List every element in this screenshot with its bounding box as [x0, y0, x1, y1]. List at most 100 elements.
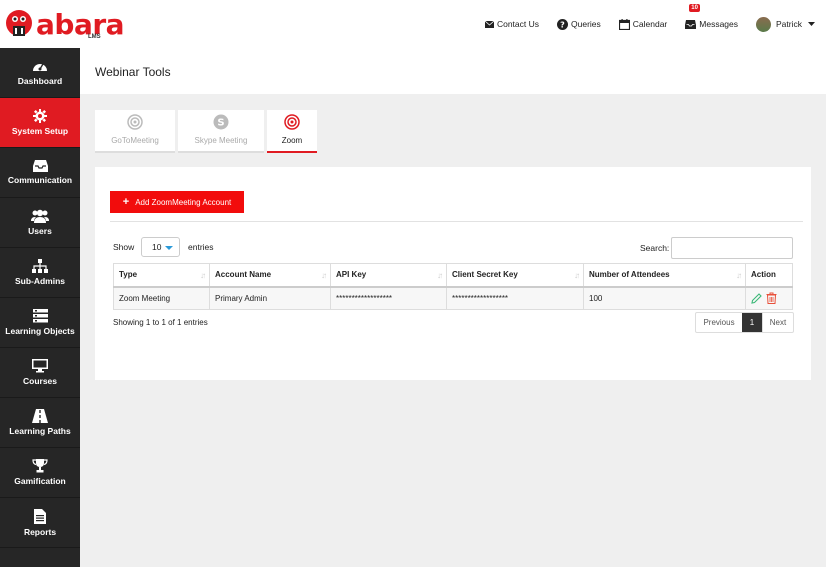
svg-text:?: ? [560, 20, 565, 29]
divider [110, 221, 803, 222]
brand-sub: LMS [88, 34, 101, 40]
calendar-icon [618, 18, 630, 30]
sidebar-item-system-setup[interactable]: System Setup [0, 98, 80, 148]
next-page-button[interactable]: Next [762, 313, 793, 332]
question-circle-icon: ? [557, 18, 568, 30]
messages-badge: 10 [689, 4, 700, 12]
trophy-icon [32, 459, 48, 473]
plus-icon: + [122, 196, 130, 208]
cell-attendees: 100 [583, 286, 746, 310]
sidebar-item-label: Gamification [14, 476, 66, 486]
brand-logo[interactable]: abara LMS [4, 5, 125, 45]
page-length-select[interactable]: 10 [141, 237, 180, 257]
zoom-target-icon [284, 114, 300, 130]
add-button-label: Add ZoomMeeting Account [135, 197, 232, 207]
table-row: Zoom Meeting Primary Admin *************… [113, 286, 793, 310]
column-header-action: Action [745, 263, 793, 288]
zoom-panel: + Add ZoomMeeting Account Show 10 entrie… [95, 167, 811, 380]
dashboard-icon [33, 63, 47, 71]
table-info: Showing 1 to 1 of 1 entries [113, 318, 208, 327]
sort-icon: ↓↑ [437, 271, 443, 280]
queries-link[interactable]: ? Queries [557, 18, 601, 30]
sidebar-item-label: Users [28, 226, 52, 236]
column-header-type[interactable]: Type ↓↑ [113, 263, 210, 288]
previous-page-button[interactable]: Previous [696, 313, 742, 332]
skype-icon: S [213, 114, 229, 130]
messages-link[interactable]: 10 Messages [685, 4, 739, 29]
sidebar: Dashboard System Setup Communication Use… [0, 48, 80, 567]
sidebar-item-users[interactable]: Users [0, 198, 80, 248]
inbox-icon [685, 19, 697, 29]
sidebar-item-label: Sub-Admins [14, 276, 66, 286]
target-icon [127, 114, 143, 130]
road-icon [32, 409, 48, 423]
sidebar-item-label: Courses [22, 376, 57, 386]
sort-icon: ↓↑ [200, 271, 206, 280]
cell-account-name: Primary Admin [209, 286, 331, 310]
tab-skype-meeting[interactable]: S Skype Meeting [178, 110, 264, 153]
page-length-value: 10 [152, 242, 162, 252]
cell-api-key: ****************** [330, 286, 447, 310]
sitemap-icon [32, 259, 48, 273]
webinar-tabs: GoToMeeting S Skype Meeting Zoom [95, 110, 320, 155]
column-header-attendees[interactable]: Number of Attendees ↓↑ [583, 263, 746, 288]
top-nav: Contact Us ? Queries Calendar 10 Message… [484, 0, 826, 48]
sort-icon: ↓↑ [321, 271, 327, 280]
trash-icon[interactable] [766, 292, 777, 305]
user-menu[interactable]: Patrick [756, 16, 818, 32]
cell-client-secret: ****************** [446, 286, 584, 310]
contact-us-link[interactable]: Contact Us [484, 19, 539, 29]
pagination: Previous 1 Next [695, 312, 794, 333]
search-input[interactable] [671, 237, 793, 259]
sort-icon: ↓↑ [736, 271, 742, 280]
caret-down-icon [165, 246, 173, 250]
add-zoom-account-button[interactable]: + Add ZoomMeeting Account [110, 191, 244, 213]
sidebar-item-dashboard[interactable]: Dashboard [0, 48, 80, 98]
sidebar-item-communication[interactable]: Communication [0, 148, 80, 198]
sidebar-item-label: Learning Paths [9, 426, 71, 436]
mascot-icon [6, 10, 32, 36]
sidebar-item-learning-objects[interactable]: Learning Objects [0, 298, 80, 348]
sidebar-item-gamification[interactable]: Gamification [0, 448, 80, 498]
report-icon [34, 508, 46, 524]
pencil-icon[interactable] [751, 292, 762, 304]
inbox-icon [32, 160, 48, 172]
tab-zoom[interactable]: Zoom [267, 110, 317, 153]
calendar-label: Calendar [632, 19, 668, 29]
show-label: Show [113, 242, 135, 252]
monitor-icon [32, 359, 48, 373]
brand-name: abara [36, 8, 125, 41]
sidebar-item-learning-paths[interactable]: Learning Paths [0, 398, 80, 448]
calendar-link[interactable]: Calendar [618, 18, 668, 30]
sidebar-item-label: Communication [7, 175, 73, 185]
sidebar-item-label: Learning Objects [5, 326, 75, 336]
contact-us-label: Contact Us [496, 19, 539, 29]
sidebar-item-sub-admins[interactable]: Sub-Admins [0, 248, 80, 298]
tab-gotomeeting[interactable]: GoToMeeting [95, 110, 175, 153]
sidebar-item-reports[interactable]: Reports [0, 498, 80, 548]
avatar [756, 16, 772, 32]
page-1-button[interactable]: 1 [742, 313, 762, 332]
column-header-client-secret-key[interactable]: Client Secret Key ↓↑ [446, 263, 584, 288]
cell-actions [745, 286, 793, 310]
column-header-api-key[interactable]: API Key ↓↑ [330, 263, 447, 288]
column-header-account-name[interactable]: Account Name ↓↑ [209, 263, 331, 288]
page-header: Webinar Tools [80, 48, 826, 94]
users-icon [31, 209, 49, 223]
svg-text:S: S [217, 118, 224, 129]
tab-label: Skype Meeting [194, 136, 248, 145]
messages-label: Messages [699, 19, 739, 29]
stack-icon [32, 309, 48, 323]
tab-label: Zoom [281, 136, 303, 145]
user-name: Patrick [776, 19, 802, 29]
sidebar-item-courses[interactable]: Courses [0, 348, 80, 398]
page-title: Webinar Tools [95, 65, 171, 79]
sidebar-item-label: System Setup [11, 126, 69, 136]
envelope-icon [484, 20, 494, 28]
sidebar-item-label: Reports [23, 526, 57, 537]
accounts-table: Type ↓↑ Account Name ↓↑ API Key ↓↑ Client S… [113, 263, 793, 310]
queries-label: Queries [571, 19, 601, 29]
table-header-row: Type ↓↑ Account Name ↓↑ API Key ↓↑ Client S… [113, 263, 793, 288]
caret-down-icon [808, 21, 815, 26]
top-bar: abara LMS Contact Us ? Queries Calendar … [0, 0, 826, 48]
